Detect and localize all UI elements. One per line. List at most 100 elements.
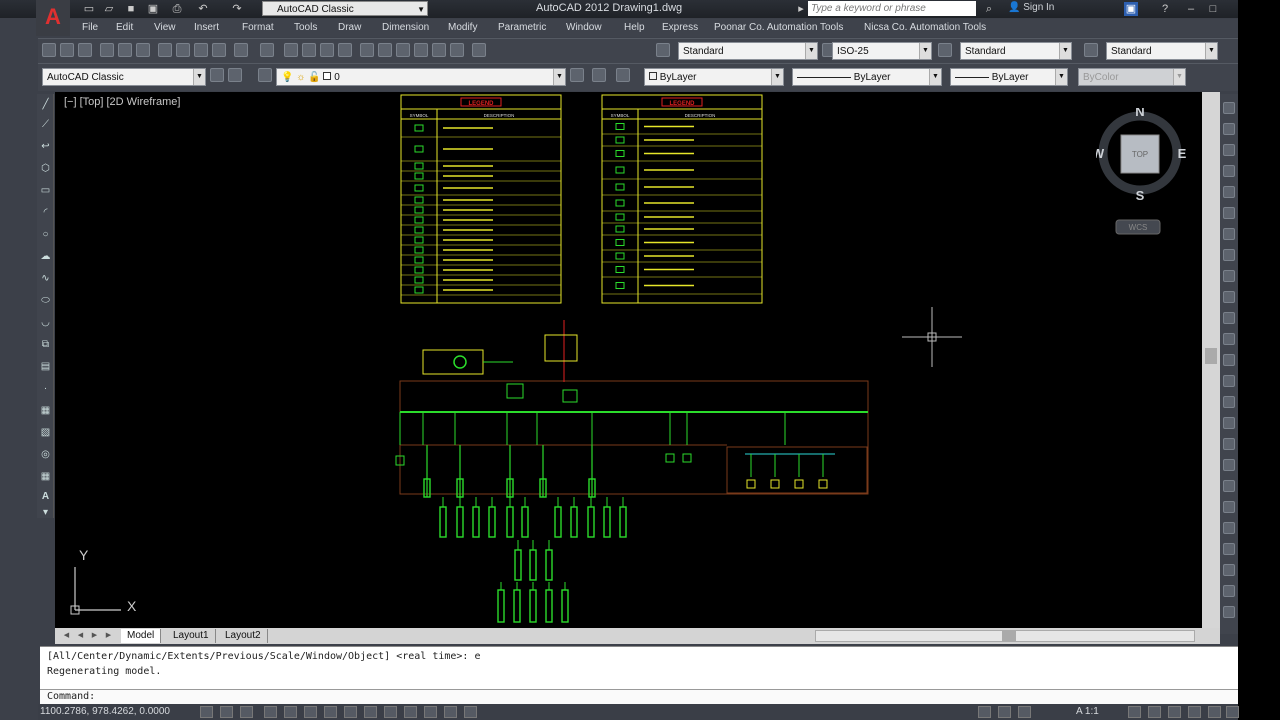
scrollbar-thumb[interactable] [1002,631,1016,641]
insert-block-icon[interactable]: ⧉ [39,338,52,351]
pan-icon[interactable] [284,43,298,57]
redo-icon[interactable]: ↷ [230,2,244,16]
publish-icon[interactable] [136,43,150,57]
last-tab-icon[interactable]: ▶ [103,630,114,641]
compass-east[interactable]: E [1178,146,1187,161]
zoom-previous-icon[interactable] [338,43,352,57]
infer-constraints-icon[interactable] [200,706,213,718]
new-icon[interactable] [42,43,56,57]
binoculars-icon[interactable]: ⌕ [982,2,996,16]
spline-icon[interactable]: ∿ [39,272,52,285]
annotation-visibility-icon[interactable] [1128,706,1141,718]
group-icon[interactable] [1223,522,1235,534]
match-properties-icon[interactable] [212,43,226,57]
offset-icon[interactable] [1223,165,1235,177]
quick-properties-icon[interactable] [444,706,457,718]
vertical-scrollbar[interactable] [1202,92,1220,628]
first-tab-icon[interactable]: ◀ [61,630,72,641]
menu-item-draw[interactable]: Draw [338,22,361,33]
blend-icon[interactable] [1223,438,1235,450]
drawing-area[interactable]: [−] [Top] [2D Wireframe] LEGEND SYMBOL DES… [55,92,1202,628]
linetype-select[interactable]: ByLayer ▼ [792,68,942,86]
text-style-select[interactable]: Standard ▼ [678,42,818,60]
chamfer-icon[interactable] [1223,396,1235,408]
menu-item-window[interactable]: Window [566,22,602,33]
sign-in-link[interactable]: 👤 Sign In [1008,2,1054,13]
rotate-icon[interactable] [1223,228,1235,240]
text-style-icon[interactable] [656,43,670,57]
copy-object-icon[interactable] [1223,123,1235,135]
make-current-layer-icon[interactable] [570,68,584,82]
clean-screen-icon[interactable] [1226,706,1239,718]
layer-walk-icon[interactable] [1223,585,1235,597]
exchange-icon[interactable]: ▣ [1124,2,1138,16]
trim-icon[interactable] [1223,291,1235,303]
arc-icon[interactable]: ◜ [39,206,52,219]
fillet-icon[interactable] [1223,417,1235,429]
save-as-icon[interactable]: ▣ [146,2,160,16]
compass-west[interactable]: W [1092,146,1105,161]
layer-properties-icon[interactable] [258,68,272,82]
menu-item-edit[interactable]: Edit [116,22,133,33]
construction-line-icon[interactable]: ⟋ [39,118,52,131]
rectangle-icon[interactable]: ▭ [39,184,52,197]
copy-icon[interactable] [176,43,190,57]
save-icon[interactable] [78,43,92,57]
table-style-select[interactable]: Standard ▼ [960,42,1072,60]
next-tab-icon[interactable]: ▶ [89,630,100,641]
help-icon[interactable]: ? [1158,2,1172,16]
menu-item-parametric[interactable]: Parametric [498,22,546,33]
table-icon[interactable]: ▦ [39,470,52,483]
undo-icon[interactable] [234,43,248,57]
quick-select-icon[interactable] [1223,564,1235,576]
layer-previous-icon[interactable] [592,68,606,82]
workspace-grid-icon[interactable] [228,68,242,82]
new-icon[interactable]: ▭ [82,2,96,16]
erase-icon[interactable] [1223,102,1235,114]
stretch-icon[interactable] [1223,270,1235,282]
dynamic-input-icon[interactable] [384,706,397,718]
revision-cloud-icon[interactable]: ☁ [39,250,52,263]
lineweight-icon[interactable] [404,706,417,718]
lineweight-select[interactable]: ByLayer ▼ [950,68,1068,86]
model-space-icon[interactable] [978,706,991,718]
menu-item-dimension[interactable]: Dimension [382,22,429,33]
toolbar-lock-icon[interactable] [1168,706,1181,718]
horizontal-scrollbar[interactable] [815,630,1195,642]
menu-item-insert[interactable]: Insert [194,22,219,33]
viewport-controls[interactable]: [−] [Top] [2D Wireframe] [64,96,180,108]
cut-icon[interactable] [158,43,172,57]
hardware-acceleration-icon[interactable] [1188,706,1201,718]
isolate-objects-icon[interactable] [1208,706,1221,718]
polygon-icon[interactable]: ⬡ [39,162,52,175]
extend-icon[interactable] [1223,312,1235,324]
join-icon[interactable] [1223,375,1235,387]
calculator-icon[interactable] [450,43,464,57]
compass-south[interactable]: S [1136,188,1145,203]
ungroup-icon[interactable] [1223,543,1235,555]
paste-icon[interactable] [194,43,208,57]
maximize-icon[interactable]: □ [1206,2,1220,16]
add-selected-icon[interactable]: ▾ [39,506,52,519]
dim-style-select[interactable]: ISO-25 ▼ [832,42,932,60]
help-icon[interactable] [472,43,486,57]
coordinates-readout[interactable]: 1100.2786, 978.4262, 0.0000 [40,706,170,717]
make-block-icon[interactable]: ▤ [39,360,52,373]
workspace-select[interactable]: AutoCAD Classic ▼ [42,68,206,86]
menu-item-help[interactable]: Help [624,22,645,33]
point-icon[interactable]: · [39,382,52,395]
polar-tracking-icon[interactable] [284,706,297,718]
tool-palettes-icon[interactable] [396,43,410,57]
polyline-icon[interactable]: ↩ [39,140,52,153]
3d-object-snap-icon[interactable] [324,706,337,718]
workspace-dropdown[interactable]: AutoCAD Classic ▼ [262,1,428,16]
menu-item-modify[interactable]: Modify [448,22,477,33]
region-icon[interactable]: ◎ [39,448,52,461]
markup-icon[interactable] [432,43,446,57]
menu-item-poonar-co-automation-tools[interactable]: Poonar Co. Automation Tools [714,22,843,33]
redo-icon[interactable] [260,43,274,57]
draw-order-icon[interactable] [1223,501,1235,513]
preview-icon[interactable] [118,43,132,57]
ellipse-icon[interactable]: ⬭ [39,294,52,307]
workspace-switching-icon[interactable] [1148,706,1161,718]
